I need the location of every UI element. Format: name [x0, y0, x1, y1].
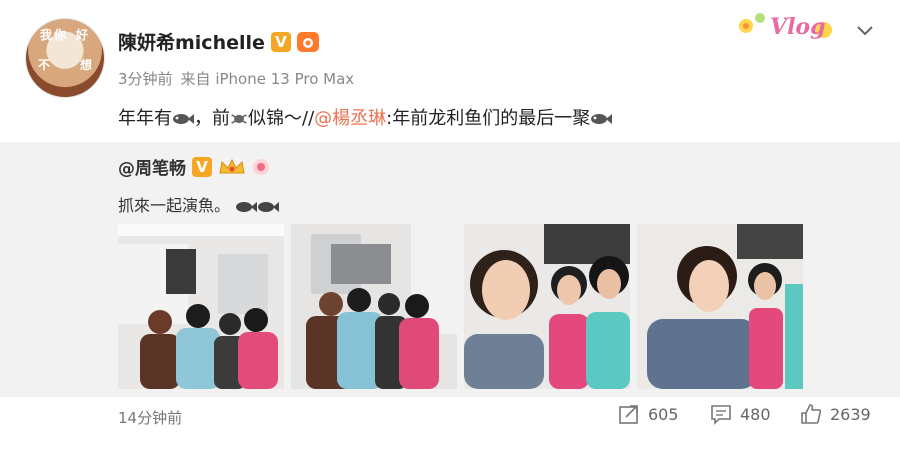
avatar[interactable]: 我 你 好 不 想 [25, 18, 105, 98]
fish-emoji-icon [258, 201, 280, 212]
content-text: ，前 [194, 108, 230, 129]
repost-author-name[interactable]: @周笔畅 [118, 154, 186, 179]
photo-grid [118, 224, 803, 389]
crown-icon [219, 158, 245, 173]
verified-badge-icon[interactable]: V [270, 31, 291, 52]
chevron-down-icon[interactable] [855, 20, 875, 40]
avatar-text: 想 [80, 58, 93, 72]
content-text: :年前龙利鱼们的最后一聚 [386, 108, 591, 129]
share-icon [619, 405, 638, 424]
like-icon [801, 404, 822, 424]
post-content: 年年有 ，前 似锦～//@楊丞琳:年前龙利鱼们的最后一聚 [118, 104, 613, 130]
like-button[interactable]: 2639 [800, 403, 871, 425]
fan-badge-icon[interactable] [296, 31, 319, 52]
repost-author-line: @周笔畅 V [118, 154, 270, 179]
post-source[interactable]: 来自 iPhone 13 Pro Max [181, 70, 355, 88]
selfie-photo-4[interactable] [637, 224, 803, 389]
like-count: 2639 [830, 404, 871, 424]
repost-block[interactable]: @周笔畅 V 抓來一起演魚。 [0, 142, 900, 397]
vlog-sticker-icon: Vlog [739, 13, 832, 40]
avatar-text: 不 [38, 58, 51, 72]
fish-emoji-icon [591, 114, 613, 124]
share-button[interactable]: 605 [618, 403, 679, 425]
post-time[interactable]: 3分钟前 [118, 70, 173, 88]
share-count: 605 [648, 404, 679, 424]
selfie-photo-3[interactable] [464, 224, 630, 389]
repost-text: 抓來一起演魚。 [118, 192, 280, 216]
avatar-text: 你 [54, 28, 67, 42]
fish-emoji-icon [236, 201, 258, 212]
verified-badge-icon[interactable]: V [192, 156, 212, 177]
fish-emoji-icon [231, 114, 247, 124]
repost-text-content: 抓來一起演魚。 [118, 196, 231, 215]
author-name[interactable]: 陳妍希michelle [118, 28, 265, 55]
fan-club-icon [253, 158, 269, 175]
mention-link[interactable]: @楊丞琳 [314, 108, 386, 129]
content-text: 年年有 [118, 108, 172, 129]
avatar-text: 好 [76, 28, 89, 42]
svg-text:Vlog: Vlog [770, 14, 825, 40]
avatar-text: 我 [40, 28, 53, 42]
comment-icon [711, 405, 731, 425]
group-photo-1[interactable] [118, 224, 284, 389]
fish-emoji-icon [173, 114, 194, 124]
comment-button[interactable]: 480 [710, 403, 771, 425]
repost-time[interactable]: 14分钟前 [118, 407, 182, 428]
comment-count: 480 [740, 404, 771, 424]
post-meta: 3分钟前 来自 iPhone 13 Pro Max [118, 68, 354, 89]
content-text: 似锦～// [248, 108, 315, 129]
weibo-post-card: 我 你 好 不 想 陳妍希michelle V 3分钟前 来自 iPhone 13… [0, 0, 900, 449]
author-line: 陳妍希michelle V [118, 28, 319, 55]
group-photo-2[interactable] [291, 224, 457, 389]
